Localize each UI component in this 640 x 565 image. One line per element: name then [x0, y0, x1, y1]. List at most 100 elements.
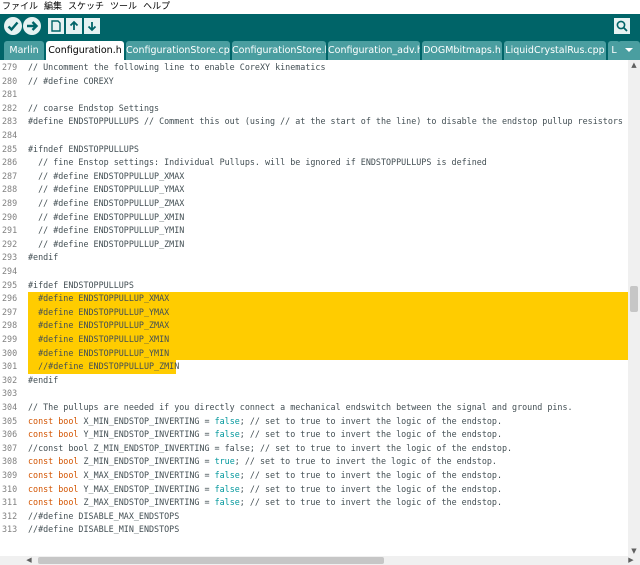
line-number: 283 [2, 116, 18, 127]
code-line[interactable]: 280 // #define COREXY [0, 75, 628, 89]
code-line[interactable]: 296 #define ENDSTOPPULLUP_XMAX [0, 292, 628, 306]
new-icon [51, 20, 61, 32]
code-text: #endif [28, 252, 59, 263]
line-number: 298 [2, 320, 18, 331]
code-line[interactable]: 288 // #define ENDSTOPPULLUP_YMAX [0, 183, 628, 197]
line-number: 313 [2, 524, 18, 535]
serial-monitor-icon [616, 20, 628, 32]
line-number: 279 [2, 62, 18, 72]
save-button[interactable] [84, 18, 100, 34]
horizontal-scroll-thumb[interactable] [38, 557, 384, 564]
tab-marlin[interactable]: Marlin [4, 41, 44, 60]
code-text: // #define ENDSTOPPULLUP_ZMIN [28, 238, 185, 249]
vertical-scrollbar[interactable]: ▲ ▼ [628, 60, 640, 556]
code-line[interactable]: 281 [0, 88, 628, 102]
line-number: 297 [2, 306, 18, 317]
code-line[interactable]: 287 // #define ENDSTOPPULLUP_XMAX [0, 170, 628, 184]
code-line[interactable]: 303 [0, 387, 628, 401]
line-number: 304 [2, 402, 18, 412]
line-number: 288 [2, 184, 18, 195]
code-line[interactable]: 313 //#define DISABLE_MIN_ENDSTOPS [0, 523, 628, 537]
code-line[interactable]: 286 // fine Enstop settings: Individual … [0, 156, 628, 170]
code-text: // coarse Endstop Settings [28, 102, 160, 113]
line-number: 299 [2, 334, 18, 344]
code-line[interactable]: 291 // #define ENDSTOPPULLUP_YMIN [0, 224, 628, 238]
code-line[interactable]: 311 const bool Z_MAX_ENDSTOP_INVERTING = … [0, 496, 628, 510]
code-line[interactable]: 304 // The pullups are needed if you dire… [0, 401, 628, 415]
code-line[interactable]: 279 // Uncomment the following line to en… [0, 61, 628, 75]
code-text: const bool Y_MIN_ENDSTOP_INVERTING = fal… [28, 429, 502, 440]
code-line[interactable]: 307 //const bool Z_MIN_ENDSTOP_INVERTING … [0, 442, 628, 456]
code-line[interactable]: 293 #endif [0, 251, 628, 265]
vertical-scroll-thumb[interactable] [630, 286, 638, 312]
line-number: 309 [2, 470, 18, 480]
code-text: const bool Y_MAX_ENDSTOP_INVERTING = fal… [28, 483, 502, 494]
code-line[interactable]: 308 const bool Z_MIN_ENDSTOP_INVERTING = … [0, 455, 628, 469]
line-number: 312 [2, 510, 18, 521]
tab-configurationstore-h[interactable]: ConfigurationStore.h [232, 41, 326, 60]
line-number: 286 [2, 157, 18, 168]
serial-monitor-button[interactable] [614, 18, 630, 34]
verify-button[interactable] [4, 17, 22, 35]
code-line[interactable]: 290 // #define ENDSTOPPULLUP_XMIN [0, 211, 628, 225]
menu-tools[interactable]: ツール [110, 0, 137, 14]
line-number: 290 [2, 211, 18, 222]
code-line[interactable]: 282 // coarse Endstop Settings [0, 102, 628, 116]
tab-configuration-adv-h[interactable]: Configuration_adv.h [328, 41, 420, 60]
code-line[interactable]: 310 const bool Y_MAX_ENDSTOP_INVERTING = … [0, 483, 628, 497]
line-number: 285 [2, 143, 18, 154]
upload-button[interactable] [23, 17, 41, 35]
code-line[interactable]: 295 #ifdef ENDSTOPPULLUPS [0, 279, 628, 293]
scroll-right-icon[interactable]: ▶ [626, 555, 636, 565]
code-line[interactable]: 312 //#define DISABLE_MAX_ENDSTOPS [0, 510, 628, 524]
code-line[interactable]: 309 const bool X_MAX_ENDSTOP_INVERTING = … [0, 469, 628, 483]
line-number: 296 [2, 293, 18, 304]
code-line[interactable]: 283 #define ENDSTOPPULLUPS // Comment thi… [0, 115, 628, 129]
code-line[interactable]: 285 #ifndef ENDSTOPPULLUPS [0, 143, 628, 157]
code-line[interactable]: 305 const bool X_MIN_ENDSTOP_INVERTING = … [0, 415, 628, 429]
scroll-left-icon[interactable]: ◀ [24, 555, 34, 565]
code-line[interactable]: 299 #define ENDSTOPPULLUP_XMIN [0, 333, 628, 347]
code-text: // #define ENDSTOPPULLUP_ZMAX [28, 198, 185, 208]
code-line[interactable]: 301 //#define ENDSTOPPULLUP_ZMIN [0, 360, 628, 374]
code-line[interactable]: 302 #endif [0, 374, 628, 388]
open-icon [69, 20, 79, 30]
code-line[interactable]: 306 const bool Y_MIN_ENDSTOP_INVERTING = … [0, 428, 628, 442]
line-number: 308 [2, 456, 18, 467]
tab-bar: Marlin Configuration.h ConfigurationStor… [0, 38, 640, 60]
code-line[interactable]: 300 #define ENDSTOPPULLUP_YMIN [0, 346, 628, 361]
tab-configuration-h[interactable]: Configuration.h [46, 41, 124, 60]
line-number: 280 [2, 75, 18, 86]
code-text: // #define ENDSTOPPULLUP_XMIN [28, 211, 185, 222]
code-text: #define ENDSTOPPULLUP_YMAX [28, 306, 170, 317]
code-line[interactable]: 289 // #define ENDSTOPPULLUP_ZMAX [0, 197, 628, 211]
code-line[interactable]: 294 [0, 265, 628, 279]
tab-dogmbitmaps-h[interactable]: DOGMbitmaps.h [422, 41, 502, 60]
code-text: #define ENDSTOPPULLUP_YMIN [28, 347, 170, 358]
menu-sketch[interactable]: スケッチ [68, 0, 104, 14]
code-text: #define ENDSTOPPULLUP_ZMAX [28, 320, 170, 331]
horizontal-scrollbar[interactable]: ◀ ▶ [0, 556, 640, 565]
line-number: 303 [2, 388, 18, 399]
menu-help[interactable]: ヘルプ [143, 0, 170, 14]
tab-menu-button[interactable] [618, 41, 640, 60]
line-number: 289 [2, 198, 18, 208]
scroll-up-icon[interactable]: ▲ [628, 60, 640, 70]
code-line[interactable]: 298 #define ENDSTOPPULLUP_ZMAX [0, 319, 628, 333]
open-button[interactable] [66, 18, 82, 34]
code-text: // #define ENDSTOPPULLUP_YMAX [28, 184, 185, 195]
code-line[interactable]: 284 [0, 129, 628, 143]
line-number: 301 [2, 361, 18, 372]
menu-file[interactable]: ファイル [2, 0, 38, 14]
code-editor[interactable]: 279 // Uncomment the following line to en… [0, 60, 628, 556]
code-line[interactable]: 292 // #define ENDSTOPPULLUP_ZMIN [0, 238, 628, 252]
code-text: #define ENDSTOPPULLUP_XMAX [28, 293, 170, 304]
code-text: #endif [28, 374, 59, 385]
code-text: #ifndef ENDSTOPPULLUPS [28, 143, 139, 154]
menu-edit[interactable]: 編集 [44, 0, 62, 14]
code-line[interactable]: 297 #define ENDSTOPPULLUP_YMAX [0, 305, 628, 320]
tab-liquidcrystalrus-cpp[interactable]: LiquidCrystalRus.cpp [504, 41, 606, 60]
new-button[interactable] [48, 18, 64, 34]
code-text: //const bool Z_MIN_ENDSTOP_INVERTING = f… [28, 442, 513, 453]
tab-configurationstore-cpp[interactable]: ConfigurationStore.cpp [126, 41, 230, 60]
